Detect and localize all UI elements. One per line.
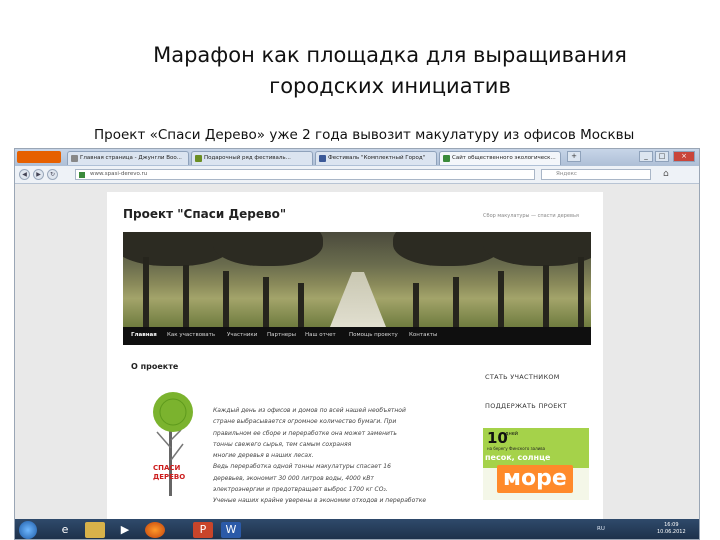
slide-subtitle: Проект «Спаси Дерево» уже 2 года вывозит… xyxy=(94,127,635,143)
search-input[interactable]: Яндекс xyxy=(541,169,651,180)
tree-trunk xyxy=(143,257,149,327)
facebook-icon xyxy=(319,155,326,162)
festival-banner[interactable]: 10 дней на берегу Финского залива песок,… xyxy=(483,428,589,500)
back-button[interactable]: ◀ xyxy=(19,169,30,180)
tree-canopy xyxy=(483,232,591,266)
tree-canopy xyxy=(213,232,323,266)
forward-button[interactable]: ▶ xyxy=(33,169,44,180)
banner-days: дней xyxy=(505,431,519,437)
tree-trunk xyxy=(543,265,549,327)
site-container: Проект "Спаси Дерево" Сбор макулатуры — … xyxy=(107,192,603,519)
slide-title: Марафон как площадка для выращивания гор… xyxy=(0,40,720,102)
reload-button[interactable]: ↻ xyxy=(47,169,58,180)
about-line: Ученые наших крайне уверены в экономии о… xyxy=(213,497,427,505)
new-tab-button[interactable]: + xyxy=(567,151,581,162)
word-icon[interactable]: W xyxy=(221,522,241,538)
about-line: тонны свежего сырья, тем самым сохраняя xyxy=(213,440,352,448)
menu-item-how[interactable]: Как участвовать xyxy=(167,332,215,338)
explorer-folder-icon[interactable] xyxy=(85,522,105,538)
about-line: стране выбрасывается огромное количество… xyxy=(213,418,397,426)
tab-2[interactable]: Подарочный ряд фестиваль... xyxy=(191,151,313,165)
tab-label: Фестиваль "Комплектный Город" xyxy=(328,155,426,161)
url-bar[interactable]: www.spasi-derevo.ru xyxy=(75,169,535,180)
nav-bar: ◀ ▶ ↻ www.spasi-derevo.ru Яндекс ⌂ xyxy=(15,166,699,184)
menu-item-help[interactable]: Помощь проекту xyxy=(349,332,398,338)
menu-item-participants[interactable]: Участники xyxy=(227,332,257,338)
wiki-icon xyxy=(71,155,78,162)
tree-trunk xyxy=(578,257,584,327)
banner-subtext: на берегу Финского залива xyxy=(487,446,546,451)
support-project-link[interactable]: ПОДДЕРЖАТЬ ПРОЕКТ xyxy=(485,402,567,410)
hero-image xyxy=(123,232,591,327)
slide-title-line2: городских инициатив xyxy=(269,74,511,98)
powerpoint-icon[interactable]: P xyxy=(193,522,213,538)
page-viewport: Проект "Спаси Дерево" Сбор макулатуры — … xyxy=(15,184,699,519)
tab-bar: Главная страница - Джунгли Boo... Подаро… xyxy=(15,149,699,166)
clock-date: 10.06.2012 xyxy=(657,529,686,535)
tree-trunk xyxy=(223,271,229,327)
menu-item-home[interactable]: Главная xyxy=(131,332,157,338)
url-text: www.spasi-derevo.ru xyxy=(90,171,148,177)
ie-icon[interactable]: e xyxy=(55,522,75,538)
tab-label: Главная страница - Джунгли Boo... xyxy=(80,155,182,161)
banner-middle: песок, солнце xyxy=(485,453,551,462)
tab-3[interactable]: Фестиваль "Комплектный Город" xyxy=(315,151,437,165)
menu-item-report[interactable]: Наш отчет xyxy=(305,332,336,338)
tree-trunk xyxy=(413,283,419,327)
close-button[interactable]: × xyxy=(673,151,695,162)
site-favicon-icon xyxy=(79,172,85,178)
main-menu: Главная Как участвовать Участники Партне… xyxy=(123,327,591,345)
menu-item-contacts[interactable]: Контакты xyxy=(409,332,437,338)
about-line: Ведь переработка одной тонны макулатуры … xyxy=(213,463,391,471)
tree-trunk xyxy=(298,283,304,327)
clock-time: 16:09 xyxy=(664,522,679,528)
clock[interactable]: 16:09 10.06.2012 xyxy=(657,522,686,536)
tab-label: Сайт общественного экологическ... xyxy=(452,155,556,161)
site-tagline: Сбор макулатуры — спасти деревья xyxy=(483,213,579,219)
firefox-menu-button[interactable] xyxy=(17,151,61,163)
minimize-button[interactable]: _ xyxy=(639,151,653,162)
menu-item-partners[interactable]: Партнеры xyxy=(267,332,296,338)
language-indicator[interactable]: RU xyxy=(597,526,605,532)
start-button[interactable] xyxy=(19,521,37,539)
logo-text-line2: ДЕРЕВО xyxy=(153,473,185,481)
firefox-icon[interactable] xyxy=(145,522,165,538)
logo-text-line1: СПАСИ xyxy=(153,464,181,472)
become-participant-link[interactable]: СТАТЬ УЧАСТНИКОМ xyxy=(485,373,560,381)
tab-label: Подарочный ряд фестиваль... xyxy=(204,155,291,161)
media-player-icon[interactable]: ▶ xyxy=(115,522,135,538)
about-line: деревьев, экономит 30 000 литров воды, 4… xyxy=(213,474,374,482)
about-line: многие деревья в наших лесах. xyxy=(213,452,314,460)
tree-trunk xyxy=(453,277,459,327)
home-icon[interactable]: ⌂ xyxy=(663,169,669,179)
search-placeholder: Яндекс xyxy=(556,171,577,177)
leaf-icon xyxy=(443,155,450,162)
browser-screenshot: Главная страница - Джунгли Boo... Подаро… xyxy=(14,148,700,540)
about-line: электроэнергии и предотвращает выброс 17… xyxy=(213,486,388,494)
tree-trunk xyxy=(263,277,269,327)
about-line: правильном ее сборе и переработке она мо… xyxy=(213,429,397,437)
tab-1[interactable]: Главная страница - Джунгли Boo... xyxy=(67,151,189,165)
tree-trunk xyxy=(183,265,189,327)
tab-4[interactable]: Сайт общественного экологическ... xyxy=(439,151,561,165)
about-heading: О проекте xyxy=(131,362,179,371)
about-line: Каждый день из офисов и домов по всей на… xyxy=(213,407,406,414)
taskbar: e ▶ P W RU 16:09 10.06.2012 xyxy=(15,519,699,539)
tree-trunk xyxy=(498,271,504,327)
road xyxy=(328,272,388,327)
doc-icon xyxy=(195,155,202,162)
about-text: Каждый день из офисов и домов по всей на… xyxy=(213,405,443,507)
save-tree-logo: СПАСИ ДЕРЕВО xyxy=(153,392,193,496)
banner-big-word: море xyxy=(497,465,573,493)
slide-title-line1: Марафон как площадка для выращивания xyxy=(153,43,627,67)
site-title[interactable]: Проект "Спаси Дерево" xyxy=(123,207,286,221)
maximize-button[interactable]: □ xyxy=(655,151,669,162)
